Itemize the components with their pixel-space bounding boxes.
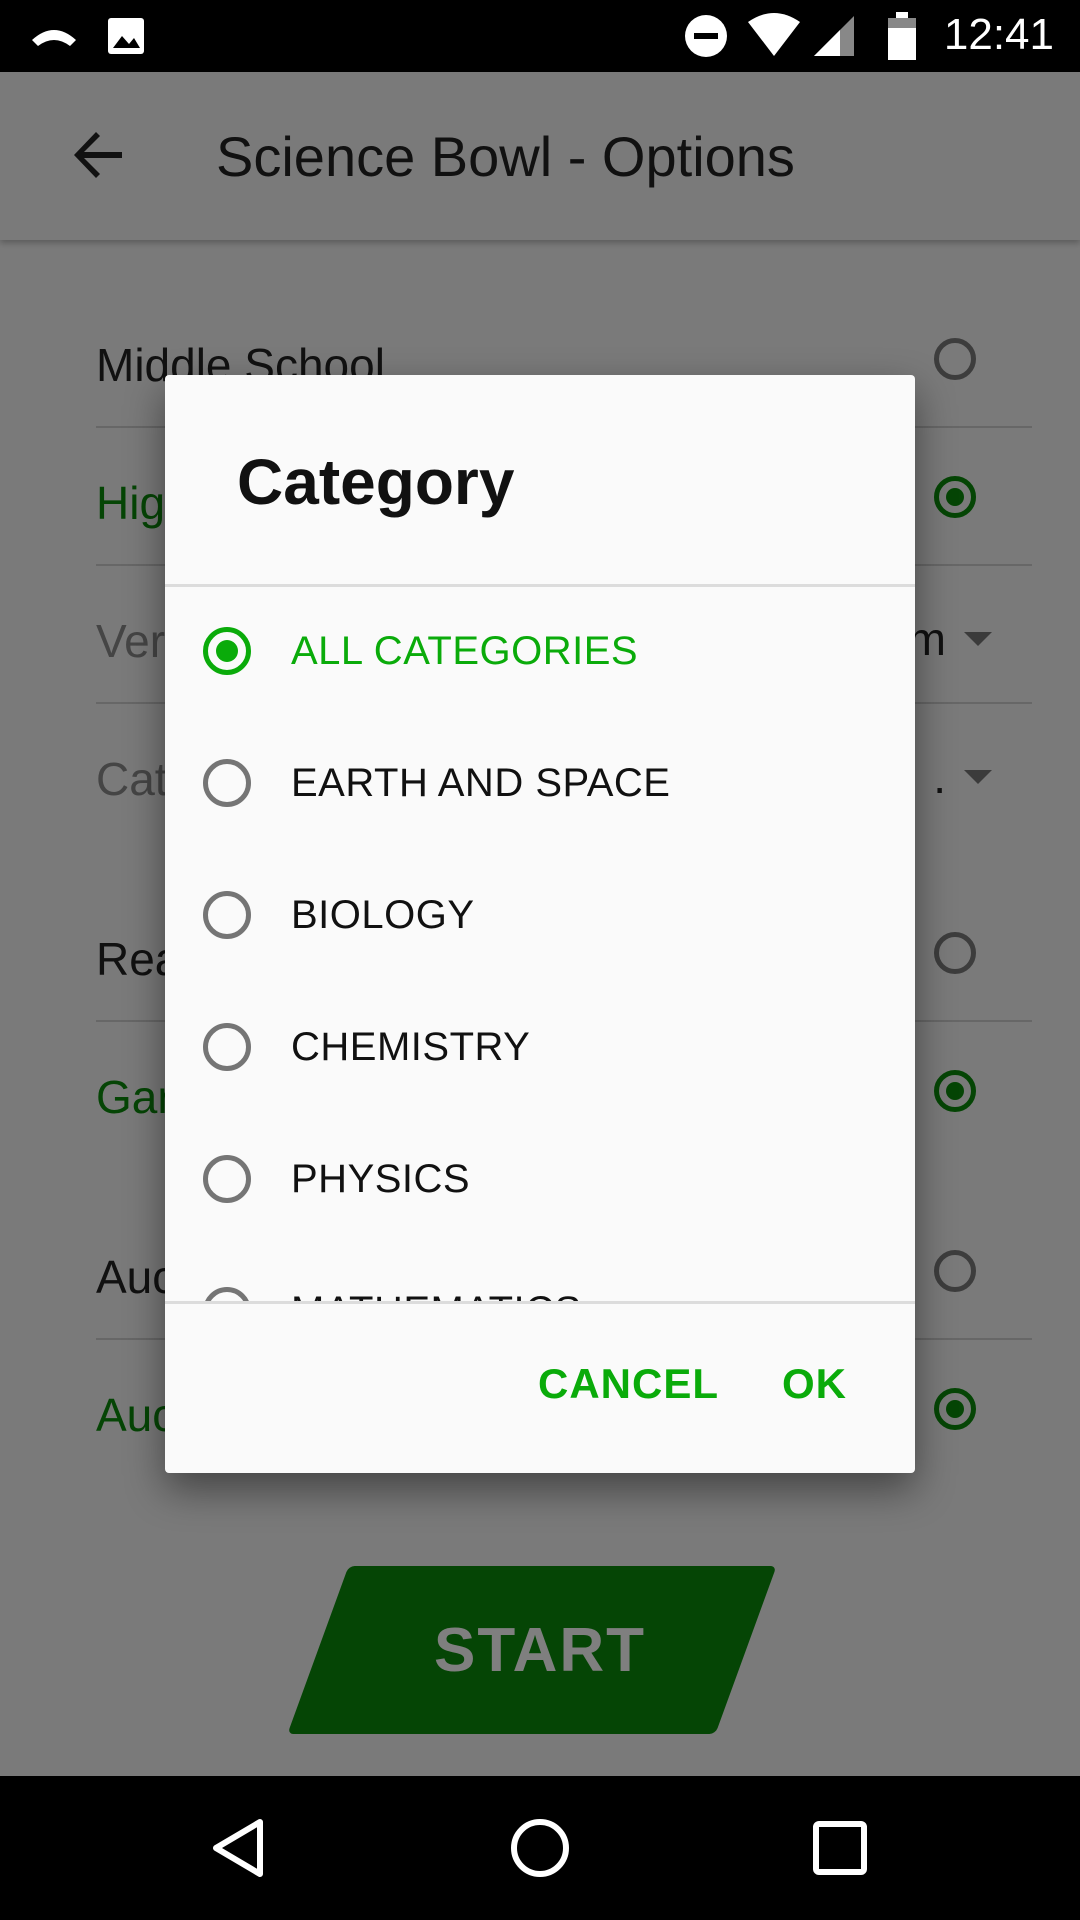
radio-button[interactable] — [203, 1287, 251, 1301]
category-label: ALL CATEGORIES — [291, 629, 639, 673]
category-option[interactable]: EARTH AND SPACE — [165, 719, 915, 851]
image-icon — [104, 0, 148, 72]
category-option[interactable]: BIOLOGY — [165, 851, 915, 983]
ok-button[interactable]: OK — [782, 1360, 847, 1408]
category-option[interactable]: PHYSICS — [165, 1115, 915, 1247]
radio-button[interactable] — [203, 891, 251, 939]
home-circle-icon[interactable] — [500, 1808, 580, 1888]
dialog-title: Category — [237, 446, 515, 518]
category-list[interactable]: ALL CATEGORIES EARTH AND SPACE BIOLOGY C… — [165, 587, 915, 1301]
signal-icon — [810, 0, 858, 72]
back-triangle-icon[interactable] — [200, 1808, 280, 1888]
battery-icon — [884, 0, 920, 72]
status-bar: 12:41 — [0, 0, 1080, 72]
category-label: CHEMISTRY — [291, 1025, 531, 1069]
category-option[interactable]: MATHEMATICS — [165, 1247, 915, 1301]
radio-button[interactable] — [203, 759, 251, 807]
cancel-button[interactable]: CANCEL — [538, 1360, 719, 1408]
category-label: EARTH AND SPACE — [291, 761, 671, 805]
category-label: BIOLOGY — [291, 893, 475, 937]
category-option[interactable]: ALL CATEGORIES — [165, 587, 915, 719]
category-dialog: Category ALL CATEGORIES EARTH AND SPACE … — [165, 375, 915, 1473]
radio-button[interactable] — [203, 1155, 251, 1203]
wifi-icon — [746, 0, 802, 72]
do-not-disturb-icon — [682, 0, 730, 72]
recents-square-icon[interactable] — [800, 1808, 880, 1888]
radio-button[interactable] — [203, 1023, 251, 1071]
radio-button[interactable] — [203, 627, 251, 675]
navigation-bar — [0, 1776, 1080, 1920]
status-clock: 12:41 — [943, 10, 1054, 59]
category-option[interactable]: CHEMISTRY — [165, 983, 915, 1115]
category-label: MATHEMATICS — [291, 1289, 582, 1301]
category-label: PHYSICS — [291, 1157, 471, 1201]
divider — [165, 1301, 915, 1304]
missed-call-icon — [28, 0, 80, 72]
